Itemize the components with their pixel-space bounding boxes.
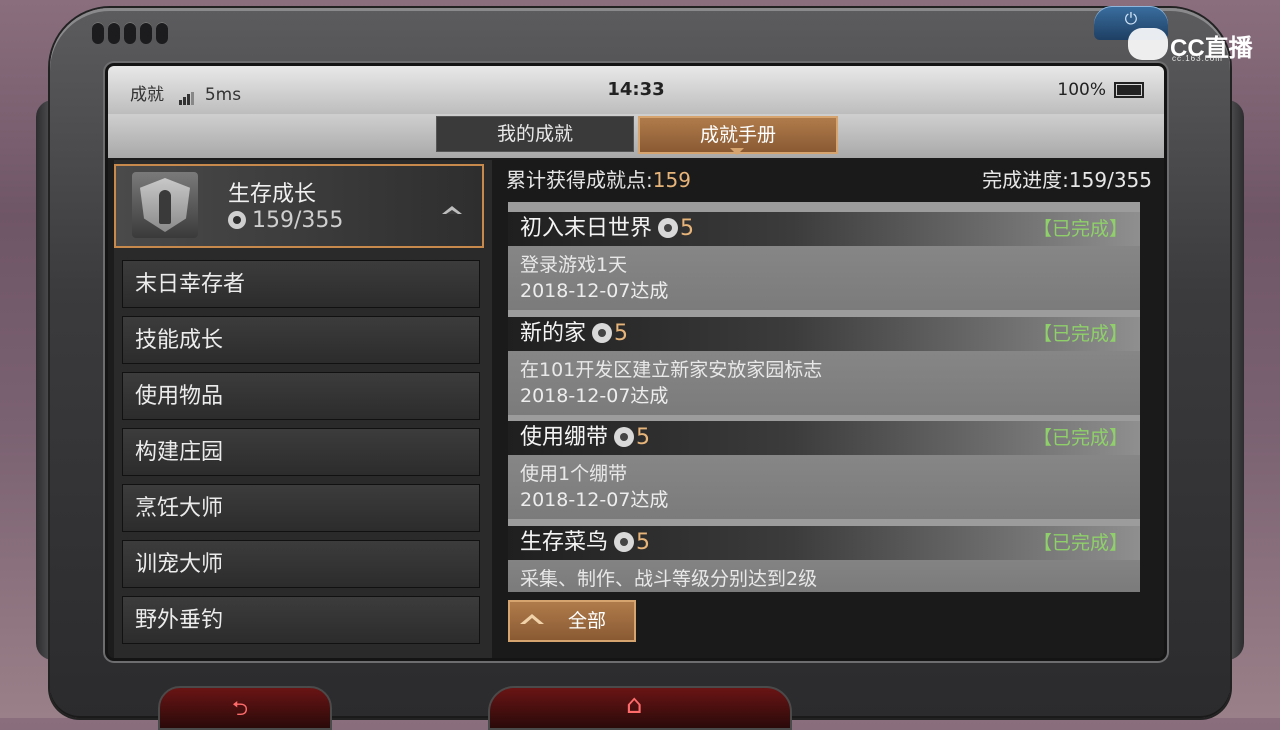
achievement-points: 5 [614, 321, 629, 346]
achievement-date: 2018-12-07达成 [520, 280, 669, 302]
achievement-point-icon [658, 218, 679, 238]
vent-slot [92, 22, 104, 44]
back-button[interactable]: ⮌ [158, 686, 332, 730]
screen: 成就 5ms 14:33 100% 我的成就 成就手册 生存成长 159/355… [108, 66, 1164, 658]
category-item[interactable]: 使用物品 [122, 372, 480, 420]
achievement-title: 新的家 5 [520, 319, 628, 349]
category-badge [132, 172, 198, 238]
achievement-title: 生存菜鸟 5 [520, 528, 650, 558]
points-summary: 累计获得成就点:159 [506, 162, 691, 198]
achievement-points: 5 [636, 530, 651, 555]
battery-percent: 100% [1057, 80, 1106, 100]
achievement-name: 新的家 [520, 321, 587, 346]
achievement-title: 使用绷带 5 [520, 423, 650, 453]
achievement-name: 初入末日世界 [520, 216, 653, 241]
category-item[interactable]: 训宠大师 [122, 540, 480, 588]
back-arrow-icon: ⮌ [232, 696, 249, 720]
achievement-desc: 在101开发区建立新家安放家园标志 [520, 359, 823, 381]
show-all-button[interactable]: 全部 [508, 600, 636, 642]
vent-slot [124, 22, 136, 44]
cc-logo-icon [1128, 28, 1168, 60]
achievement-card: 初入末日世界 5 【已完成】 登录游戏1天 2018-12-07达成 [508, 212, 1140, 310]
category-item[interactable]: 技能成长 [122, 316, 480, 364]
summary-bar: 累计获得成就点:159 完成进度:159/355 [492, 162, 1152, 198]
achievement-card: 新的家 5 【已完成】 在101开发区建立新家安放家园标志 2018-12-07达… [508, 317, 1140, 415]
completed-badge: 【已完成】 [1032, 323, 1128, 345]
status-time: 14:33 [607, 79, 665, 100]
achievement-name: 使用绷带 [520, 425, 609, 450]
watermark-sub: cc.163.com [1172, 54, 1223, 63]
achievement-point-icon [614, 532, 635, 552]
points-label: 累计获得成就点: [506, 168, 653, 192]
achievement-points: 5 [680, 216, 695, 241]
tab-my-achievements[interactable]: 我的成就 [436, 116, 634, 152]
expand-icon-inner [525, 618, 539, 624]
show-all-label: 全部 [568, 610, 607, 632]
achievement-date: 2018-12-07达成 [520, 385, 669, 407]
vent-slot [156, 22, 168, 44]
category-progress-value: 159/355 [252, 208, 344, 233]
completed-badge: 【已完成】 [1032, 218, 1128, 240]
category-item[interactable]: 构建庄园 [122, 428, 480, 476]
home-button[interactable]: ⌂ [488, 686, 792, 730]
achievement-desc: 登录游戏1天 [520, 254, 628, 276]
vent-slot [140, 22, 152, 44]
category-header[interactable]: 生存成长 159/355 [114, 164, 484, 248]
home-icon: ⌂ [626, 690, 643, 720]
tab-bar [108, 114, 1164, 158]
achievement-desc: 采集、制作、战斗等级分别达到2级 [520, 568, 818, 590]
achievement-points: 5 [636, 425, 651, 450]
category-item[interactable]: 烹饪大师 [122, 484, 480, 532]
progress-summary: 完成进度:159/355 [982, 168, 1152, 192]
completed-badge: 【已完成】 [1032, 532, 1128, 554]
completed-badge: 【已完成】 [1032, 427, 1128, 449]
achievement-card: 生存菜鸟 5 【已完成】 采集、制作、战斗等级分别达到2级 [508, 526, 1140, 592]
achievement-name: 生存菜鸟 [520, 530, 609, 555]
vent-slot [108, 22, 120, 44]
active-tab-indicator [730, 148, 744, 155]
achievement-card: 使用绷带 5 【已完成】 使用1个绷带 2018-12-07达成 [508, 421, 1140, 519]
category-title: 生存成长 [228, 182, 317, 207]
points-value: 159 [652, 168, 691, 192]
achievement-icon [228, 211, 246, 229]
collapse-icon-inner [446, 210, 458, 214]
category-progress: 159/355 [228, 208, 343, 233]
status-battery: 100% [1057, 80, 1144, 100]
status-bar: 成就 5ms 14:33 100% [108, 66, 1164, 114]
category-item[interactable]: 末日幸存者 [122, 260, 480, 308]
cc-watermark: CC直播 cc.163.com [1128, 28, 1278, 64]
power-icon: ⏻ [1124, 9, 1138, 28]
category-item[interactable]: 野外垂钓 [122, 596, 480, 644]
achievement-date: 2018-12-07达成 [520, 489, 669, 511]
achievement-point-icon [592, 323, 613, 343]
achievement-title: 初入末日世界 5 [520, 214, 694, 244]
survivor-figure-icon [159, 190, 171, 224]
achievement-point-icon [614, 427, 635, 447]
achievement-desc: 使用1个绷带 [520, 463, 628, 485]
battery-icon [1114, 82, 1144, 98]
